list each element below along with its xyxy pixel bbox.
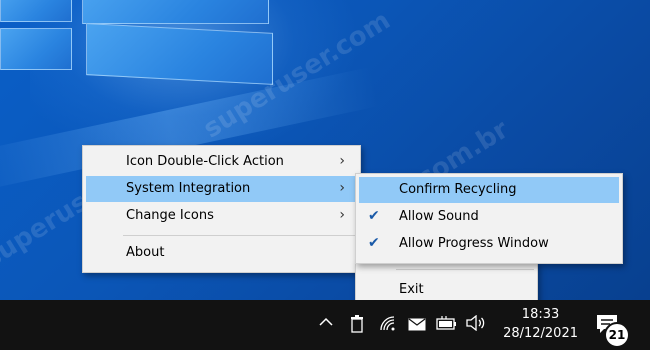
menu-item-label: Exit bbox=[399, 282, 424, 297]
mail-icon[interactable] bbox=[408, 317, 426, 335]
clock-time: 18:33 bbox=[521, 307, 560, 322]
submenu-item-label: Allow Progress Window bbox=[399, 236, 549, 251]
recycle-bin-icon[interactable] bbox=[350, 315, 364, 337]
windows-logo-pane bbox=[0, 28, 72, 70]
submenu-item-label: Allow Sound bbox=[399, 209, 479, 224]
menu-separator bbox=[396, 269, 534, 270]
windows-logo-pane bbox=[0, 0, 72, 22]
context-menu: Icon Double-Click Action › System Integr… bbox=[82, 145, 361, 273]
menu-item-change-icons[interactable]: Change Icons › bbox=[86, 203, 357, 229]
windows-logo-pane bbox=[82, 0, 269, 24]
taskbar-clock[interactable]: 18:33 28/12/2021 bbox=[503, 305, 578, 343]
menu-item-system-integration[interactable]: System Integration › bbox=[86, 176, 357, 202]
chevron-right-icon: › bbox=[339, 180, 345, 196]
system-integration-submenu: Confirm Recycling ✔ Allow Sound ✔ Allow … bbox=[355, 173, 623, 264]
wifi-icon[interactable] bbox=[379, 315, 397, 335]
submenu-item-confirm-recycling[interactable]: Confirm Recycling bbox=[359, 177, 619, 203]
notification-count-badge: 21 bbox=[604, 322, 630, 348]
clock-date: 28/12/2021 bbox=[503, 326, 578, 341]
menu-item-label: About bbox=[126, 245, 165, 260]
windows-logo-pane bbox=[86, 23, 273, 85]
chevron-up-icon[interactable] bbox=[318, 314, 334, 334]
submenu-item-label: Confirm Recycling bbox=[399, 182, 517, 197]
menu-separator bbox=[123, 235, 357, 236]
menu-item-double-click-action[interactable]: Icon Double-Click Action › bbox=[86, 149, 357, 175]
chevron-right-icon: › bbox=[339, 153, 345, 169]
menu-item-label: Change Icons bbox=[126, 208, 214, 223]
menu-item-label: Icon Double-Click Action bbox=[126, 154, 284, 169]
battery-icon[interactable] bbox=[436, 316, 458, 334]
submenu-item-allow-sound[interactable]: ✔ Allow Sound bbox=[359, 204, 619, 230]
menu-item-label: System Integration bbox=[126, 181, 251, 196]
checkmark-icon: ✔ bbox=[368, 235, 380, 251]
chevron-right-icon: › bbox=[339, 207, 345, 223]
checkmark-icon: ✔ bbox=[368, 208, 380, 224]
speaker-icon[interactable] bbox=[466, 314, 486, 335]
menu-item-about[interactable]: About bbox=[86, 240, 357, 266]
submenu-item-allow-progress-window[interactable]: ✔ Allow Progress Window bbox=[359, 231, 619, 257]
taskbar: 18:33 28/12/2021 bbox=[0, 300, 650, 350]
